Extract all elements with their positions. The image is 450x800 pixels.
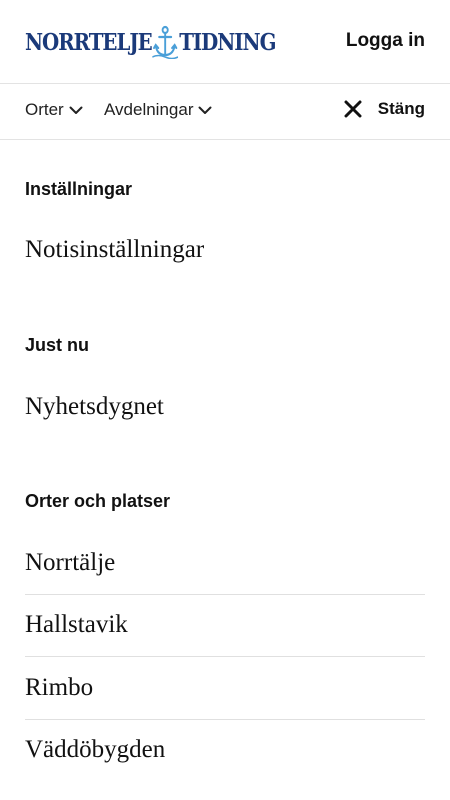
section-title-settings: Inställningar (25, 179, 133, 199)
divider (25, 719, 425, 720)
avdelningar-dropdown[interactable]: Avdelningar (104, 100, 212, 120)
menu-link-vaddobygden[interactable]: Väddöbygden (25, 736, 425, 764)
logo-text-left: NORRTELJE (25, 28, 153, 56)
menu-link-hallstavik[interactable]: Hallstavik (25, 611, 425, 639)
menu-link-notisinstallningar[interactable]: Notisinställningar (25, 236, 425, 264)
orter-dropdown[interactable]: Orter (25, 100, 83, 120)
menu-subnav: Orter Avdelningar Stäng (0, 84, 450, 140)
avdelningar-dropdown-label: Avdelningar (104, 100, 194, 119)
site-header: NORRTELJE TIDNING Logga in (0, 0, 450, 84)
divider (25, 594, 425, 595)
chevron-down-icon (69, 106, 83, 114)
login-link[interactable]: Logga in (346, 30, 425, 52)
close-menu-label: Stäng (377, 99, 425, 118)
divider (25, 656, 425, 657)
menu-link-nyhetsdygnet[interactable]: Nyhetsdygnet (25, 393, 425, 421)
close-icon (344, 100, 362, 118)
logo-text-right: TIDNING (179, 28, 276, 56)
menu-link-rimbo[interactable]: Rimbo (25, 674, 425, 702)
orter-dropdown-label: Orter (25, 100, 64, 119)
section-title-places: Orter och platser (25, 491, 171, 511)
anchor-icon (152, 25, 179, 60)
close-menu-button[interactable]: Stäng (344, 99, 425, 119)
menu-link-norrtalje[interactable]: Norrtälje (25, 549, 425, 577)
section-title-just-now: Just nu (25, 335, 90, 355)
chevron-down-icon (198, 106, 212, 114)
site-logo[interactable]: NORRTELJE TIDNING (25, 24, 276, 60)
